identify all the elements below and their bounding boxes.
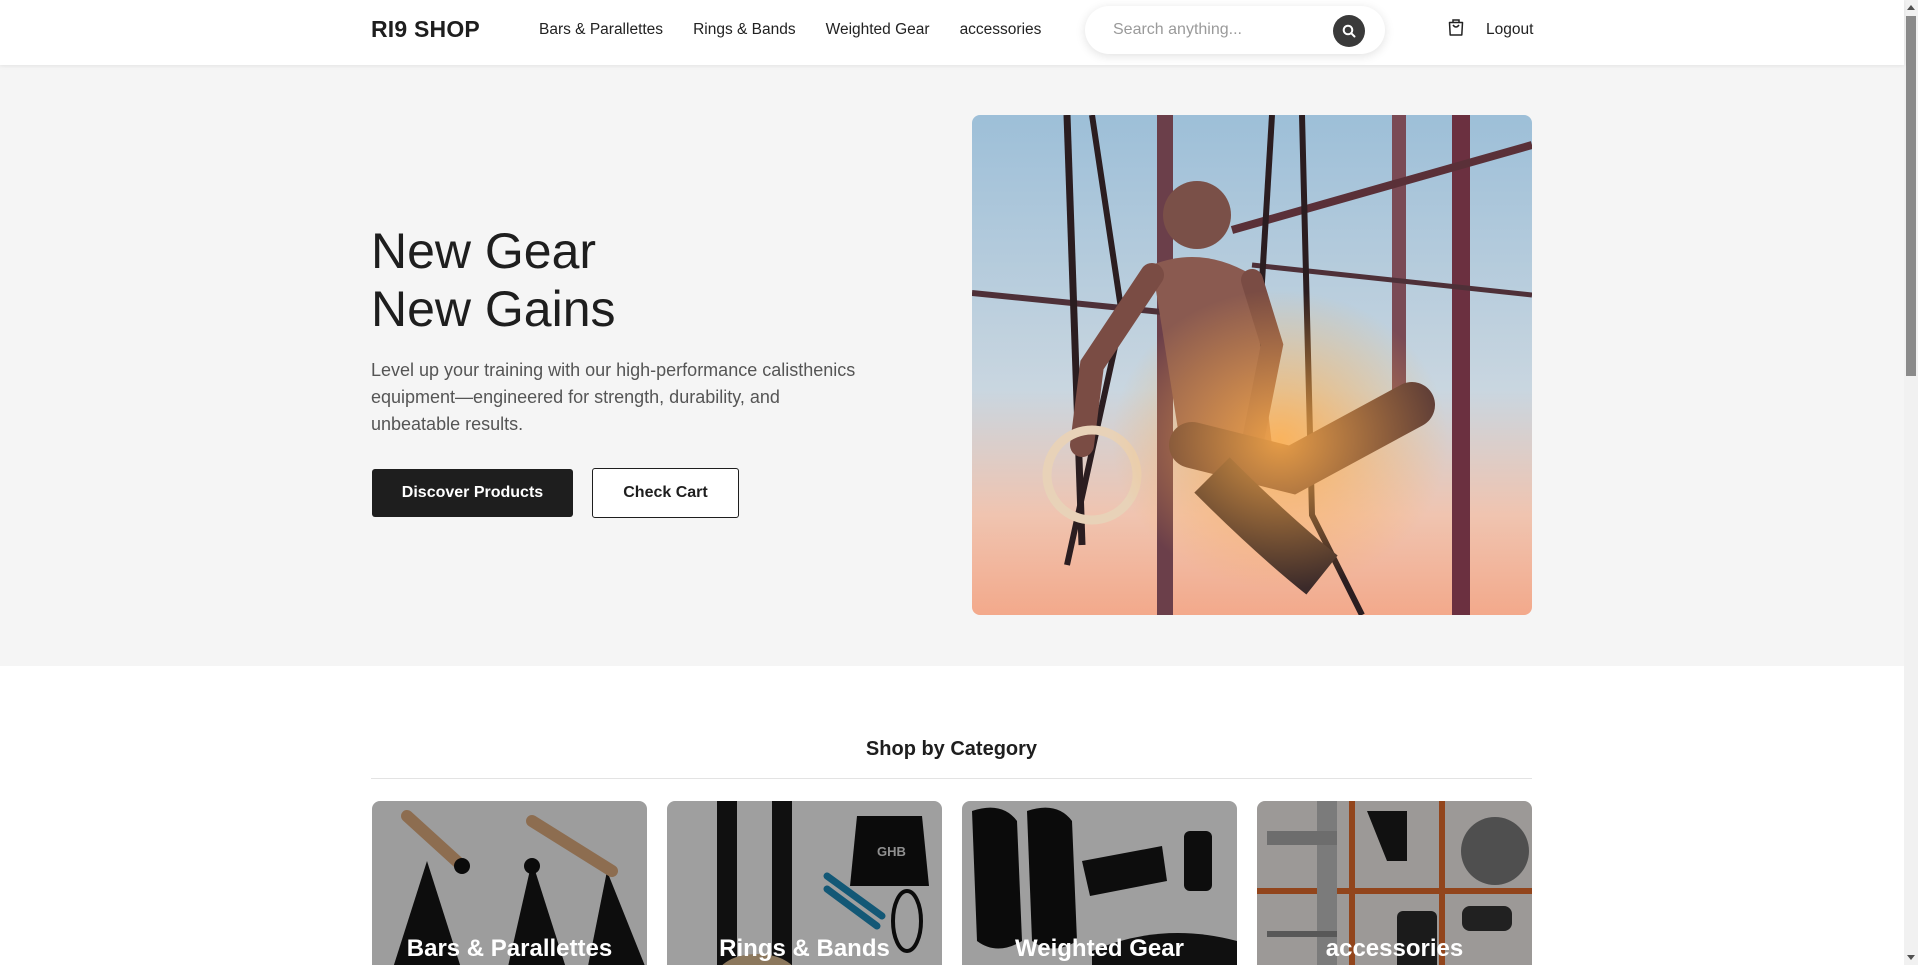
site-logo[interactable]: RI9 SHOP (371, 16, 480, 43)
scrollbar-thumb[interactable] (1906, 16, 1916, 376)
nav-link-bars-parallettes[interactable]: Bars & Parallettes (539, 21, 663, 39)
scroll-up-arrow[interactable] (1907, 5, 1915, 10)
scroll-down-arrow[interactable] (1907, 955, 1915, 960)
hero-description: Level up your training with our high-per… (371, 360, 856, 434)
shopping-bag-icon[interactable] (1446, 17, 1466, 37)
page-scrollbar[interactable] (1904, 0, 1918, 965)
hero-section: New Gear New Gains Level up your trainin… (0, 65, 1904, 666)
category-card-weighted-gear[interactable]: Weighted Gear (962, 801, 1237, 965)
category-label: Bars & Parallettes (406, 935, 613, 962)
hero-title: New Gear New Gains (371, 222, 616, 338)
category-card-bars-parallettes[interactable]: Bars & Parallettes (372, 801, 647, 965)
section-title: Shop by Category (865, 738, 1038, 760)
site-header: RI9 SHOP Bars & Parallettes Rings & Band… (0, 0, 1904, 65)
search-button[interactable] (1333, 15, 1365, 47)
search-icon (1342, 24, 1356, 38)
nav-link-accessories[interactable]: accessories (960, 21, 1042, 39)
search-bar (1085, 6, 1385, 54)
logout-link[interactable]: Logout (1486, 21, 1533, 39)
check-cart-button[interactable]: Check Cart (592, 468, 739, 518)
hero-image (972, 115, 1532, 615)
category-label: accessories (1325, 935, 1464, 962)
discover-products-button[interactable]: Discover Products (372, 469, 573, 517)
hero-title-line1: New Gear (371, 223, 597, 279)
nav-link-rings-bands[interactable]: Rings & Bands (693, 21, 796, 39)
nav-link-weighted-gear[interactable]: Weighted Gear (826, 21, 930, 39)
category-label: Weighted Gear (1015, 935, 1184, 962)
category-card-rings-bands[interactable]: GHB Rings & Bands (667, 801, 942, 965)
category-label: Rings & Bands (719, 935, 890, 962)
search-input[interactable] (1113, 18, 1333, 42)
main-nav: Bars & Parallettes Rings & Bands Weighte… (539, 21, 1071, 39)
section-divider (371, 778, 1532, 779)
hero-title-line2: New Gains (371, 281, 616, 337)
category-card-accessories[interactable]: accessories (1257, 801, 1532, 965)
